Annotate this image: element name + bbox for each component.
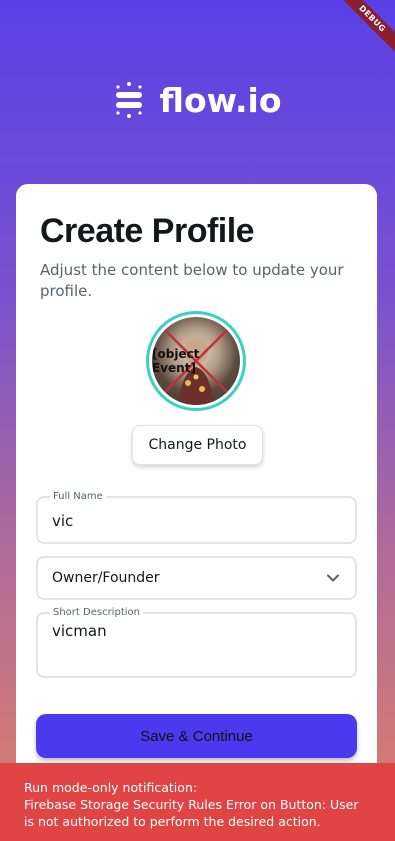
avatar-photo: [object Event] xyxy=(152,317,240,405)
profile-card: Create Profile Adjust the content below … xyxy=(16,184,377,784)
avatar-overlay-text: [object Event] xyxy=(152,347,200,375)
debug-banner: DEBUG xyxy=(335,0,395,60)
flow-logo-icon xyxy=(113,80,145,120)
avatar[interactable]: [object Event] xyxy=(146,311,246,411)
logo-text: flow.io xyxy=(159,80,282,120)
short-description-value: vicman xyxy=(52,622,107,640)
notification-title: Run mode-only notification: xyxy=(24,780,198,795)
role-selected-value: Owner/Founder xyxy=(52,570,160,586)
save-continue-button[interactable]: Save & Continue xyxy=(36,714,357,758)
chevron-down-icon xyxy=(325,570,341,590)
short-description-label: Short Description xyxy=(50,607,143,619)
page-subtitle: Adjust the content below to update your … xyxy=(40,261,344,300)
full-name-field[interactable]: Full Name vic xyxy=(36,491,357,544)
full-name-value: vic xyxy=(52,512,74,530)
app-logo: flow.io xyxy=(0,80,395,120)
notification-message: Firebase Storage Security Rules Error on… xyxy=(24,797,359,829)
page-title: Create Profile xyxy=(40,212,255,250)
error-notification: Run mode-only notification: Firebase Sto… xyxy=(0,763,395,841)
full-name-label: Full Name xyxy=(50,491,106,503)
role-dropdown[interactable]: Owner/Founder xyxy=(36,556,357,600)
debug-banner-label: DEBUG xyxy=(335,0,395,56)
change-photo-button[interactable]: Change Photo xyxy=(132,425,263,465)
short-description-field[interactable]: Short Description vicman xyxy=(36,607,357,678)
